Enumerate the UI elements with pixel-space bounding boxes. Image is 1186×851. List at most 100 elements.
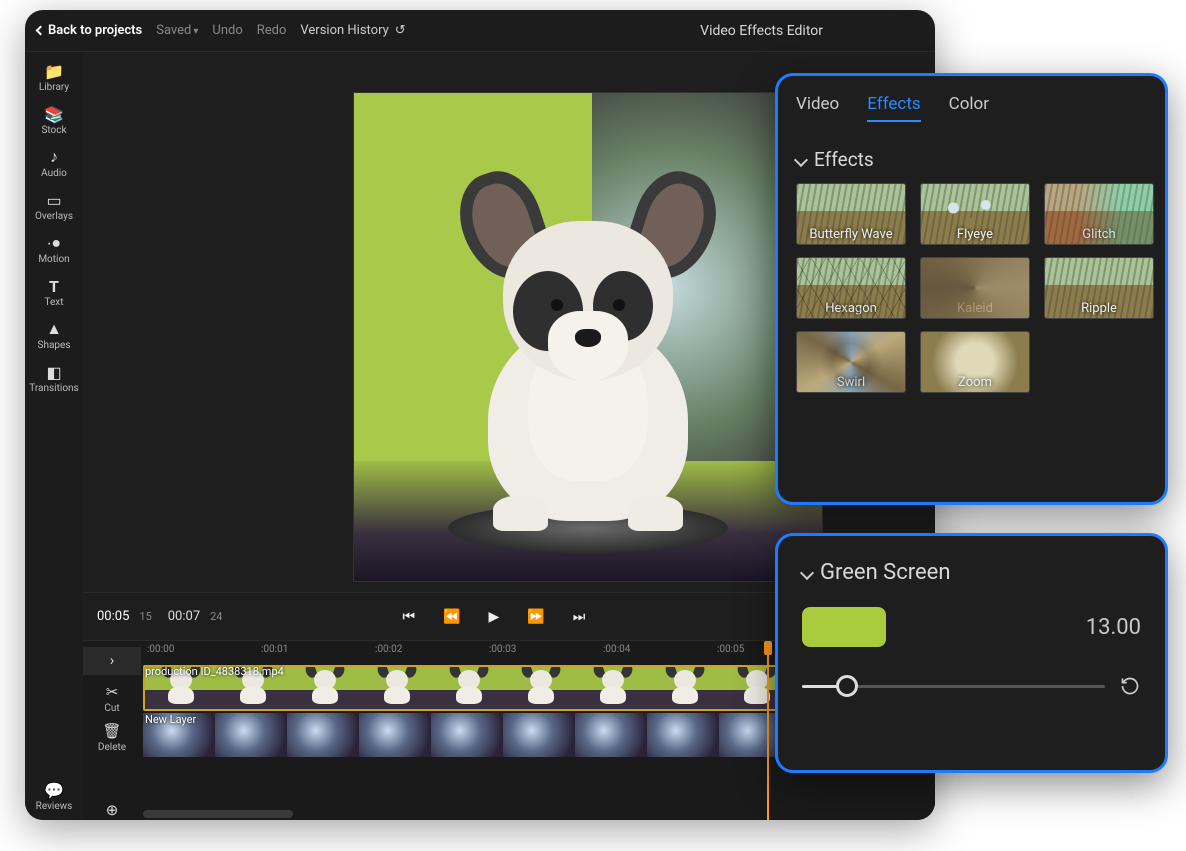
inspector-tabs: Video Effects Color [796,94,1147,130]
motion-dot-icon: ∙● [44,234,64,252]
effect-glitch[interactable]: Glitch [1044,183,1154,245]
shapes-icon: ▲ [44,320,64,338]
sidebar-item-library[interactable]: 📁 Library [25,62,83,93]
effects-section-header[interactable]: Effects [796,148,1147,171]
sidebar-item-audio[interactable]: ♪ Audio [25,148,83,179]
tick: :00:01 [261,644,288,655]
horizontal-scrollbar[interactable] [143,810,293,818]
text-icon: T [44,277,64,295]
left-sidebar: 📁 Library 📚 Stock ♪ Audio ▭ Overlays ∙● … [25,52,83,820]
redo-button[interactable]: Redo [257,23,287,38]
tick: :00:00 [147,644,174,655]
reset-icon [1120,676,1140,696]
puppy-subject [453,181,723,521]
sidebar-label: Audio [25,168,83,179]
sidebar-label: Text [25,297,83,308]
expand-tracks-button[interactable]: › [83,647,141,675]
effect-hexagon[interactable]: Hexagon [796,257,906,319]
effects-panel: Video Effects Color Effects Butterfly Wa… [775,73,1168,505]
slider-row [802,675,1141,697]
plus-icon: ⊕ [83,801,141,819]
scissors-icon: ✂ [83,683,141,701]
transport-controls: ⏮ ⏪ ▶ ⏩ ⏭ [403,609,586,625]
sidebar-item-text[interactable]: T Text [25,277,83,308]
music-note-icon: ♪ [44,148,64,166]
trash-icon: 🗑 [83,722,141,740]
duration: 00:07 [168,609,200,624]
chat-icon: 💬 [44,781,64,799]
sidebar-item-reviews[interactable]: 💬 Reviews [25,781,83,812]
green-screen-row: 13.00 [802,607,1141,647]
playhead[interactable] [767,641,769,820]
sidebar-label: Library [25,82,83,93]
sidebar-label: Overlays [25,211,83,222]
rewind-button[interactable]: ⏪ [443,609,460,625]
sidebar-label: Shapes [25,340,83,351]
reset-button[interactable] [1119,675,1141,697]
history-label: Version History [300,23,388,38]
chevron-left-icon [36,26,46,36]
skip-start-button[interactable]: ⏮ [403,609,416,625]
effect-swirl[interactable]: Swirl [796,331,906,393]
cut-label: Cut [83,703,141,714]
play-button[interactable]: ▶ [489,609,500,625]
back-label: Back to projects [48,23,142,38]
chevron-down-icon [794,152,808,166]
current-time: 00:05 [97,609,129,624]
tolerance-slider[interactable] [802,685,1105,688]
page-title: Video Effects Editor [700,23,823,39]
folder-icon: 📁 [44,62,64,80]
slider-knob[interactable] [836,675,858,697]
overlay-icon: ▭ [44,191,64,209]
sidebar-item-transitions[interactable]: ◧ Transitions [25,363,83,394]
delete-button[interactable]: 🗑 Delete [83,722,141,753]
video-canvas[interactable] [353,92,823,582]
tick: :00:02 [375,644,402,655]
layer-clip[interactable] [143,713,863,757]
color-swatch[interactable] [802,607,886,647]
tab-color[interactable]: Color [949,94,989,122]
timeline-tools: › ✂ Cut 🗑 Delete ⊕ Add Track [83,641,141,820]
effect-kaleid[interactable]: Kaleid [920,257,1030,319]
saved-dropdown[interactable]: Saved [156,23,198,38]
undo-button[interactable]: Undo [212,23,242,38]
tab-effects[interactable]: Effects [867,94,920,122]
sidebar-item-motion[interactable]: ∙● Motion [25,234,83,265]
effect-ripple[interactable]: Ripple [1044,257,1154,319]
topbar: Back to projects Saved Undo Redo Version… [25,10,935,52]
tab-video[interactable]: Video [796,94,839,122]
chevron-down-icon [800,565,814,579]
effect-zoom[interactable]: Zoom [920,331,1030,393]
sidebar-label: Motion [25,254,83,265]
effects-grid: Butterfly Wave Flyeye Glitch Hexagon Kal… [796,183,1147,393]
back-to-projects-button[interactable]: Back to projects [37,23,142,38]
books-icon: 📚 [44,105,64,123]
skip-end-button[interactable]: ⏭ [573,609,586,625]
tick: :00:03 [489,644,516,655]
sidebar-item-overlays[interactable]: ▭ Overlays [25,191,83,222]
tick: :00:04 [603,644,630,655]
clip-name: New Layer [145,713,196,726]
tick: :00:05 [717,644,744,655]
current-frame: 15 [139,610,151,623]
sidebar-item-stock[interactable]: 📚 Stock [25,105,83,136]
fast-forward-button[interactable]: ⏩ [527,609,544,625]
green-screen-panel: Green Screen 13.00 [775,533,1168,773]
green-screen-header[interactable]: Green Screen [802,560,1141,585]
sidebar-label: Transitions [25,383,83,394]
effect-flyeye[interactable]: Flyeye [920,183,1030,245]
history-icon: ↺ [395,23,406,38]
canvas-inner [354,93,822,581]
sidebar-label: Stock [25,125,83,136]
delete-label: Delete [83,742,141,753]
section-title: Effects [814,148,874,171]
effect-butterfly-wave[interactable]: Butterfly Wave [796,183,906,245]
add-track-button[interactable]: ⊕ Add Track [83,801,141,820]
transition-icon: ◧ [44,363,64,381]
clip-name: production ID_4838318.mp4 [145,665,284,678]
version-history-button[interactable]: Version History ↺ [300,23,405,38]
chevron-right-icon: › [83,651,141,669]
cut-button[interactable]: ✂ Cut [83,683,141,714]
sidebar-item-shapes[interactable]: ▲ Shapes [25,320,83,351]
tolerance-value: 13.00 [1086,615,1141,640]
